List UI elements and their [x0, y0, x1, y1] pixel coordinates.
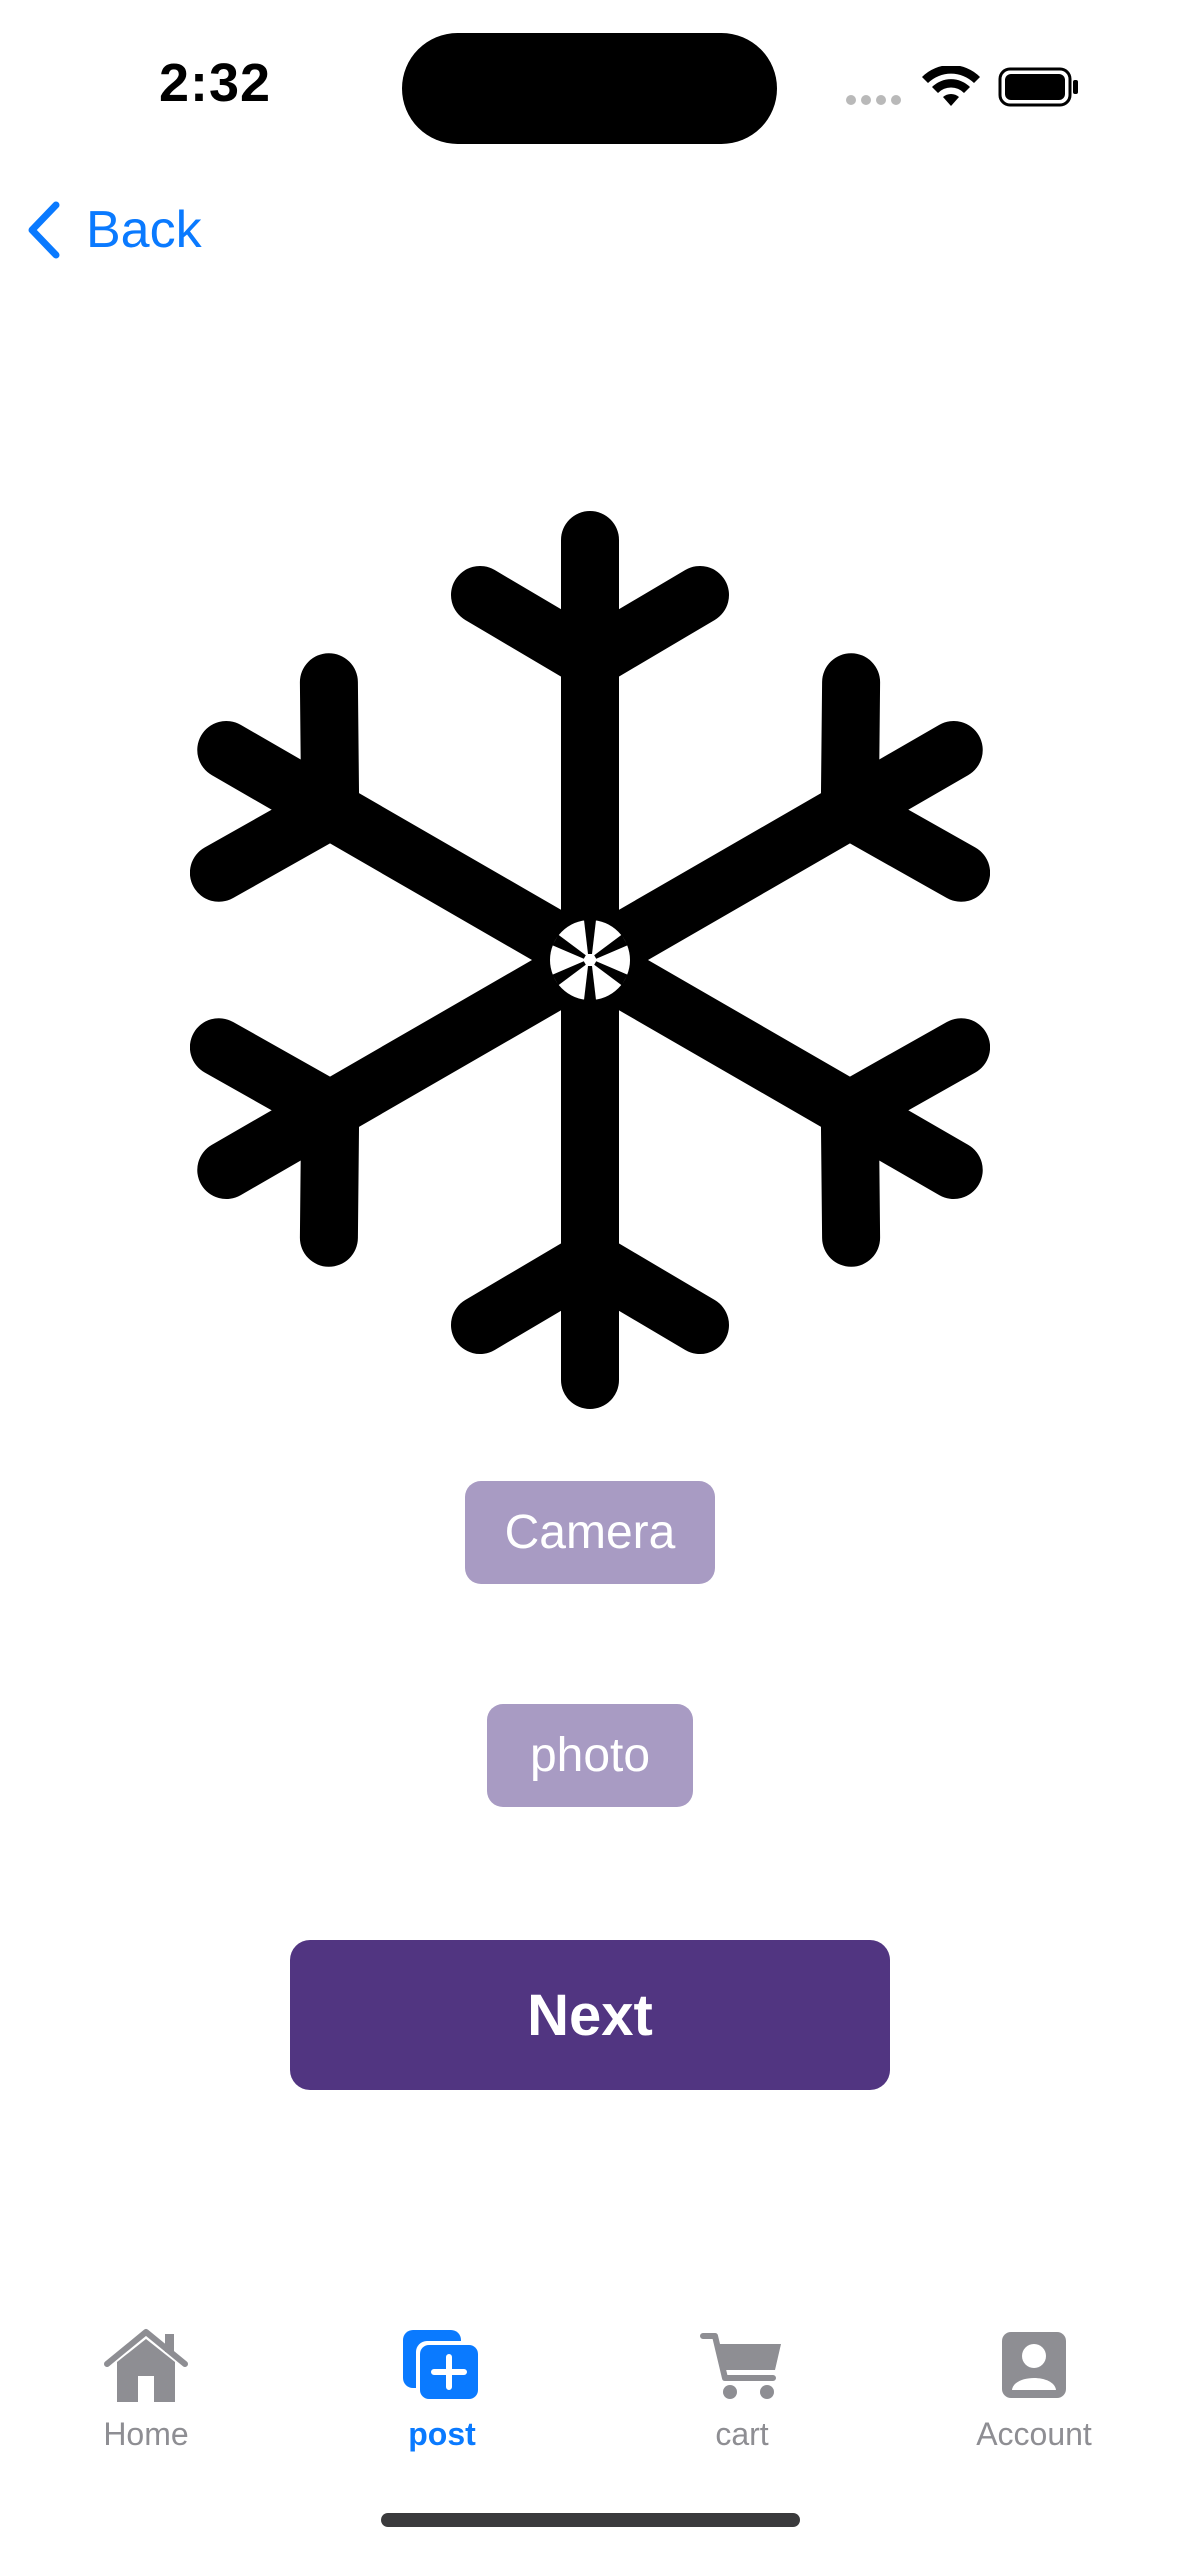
battery-icon [998, 67, 1078, 107]
wifi-icon [922, 66, 980, 106]
snowflake-icon [189, 505, 991, 1415]
tab-cart[interactable]: cart [642, 2310, 842, 2460]
house-icon [104, 2329, 188, 2402]
tab-cart-label: cart [715, 2416, 769, 2452]
tab-post[interactable]: post [342, 2310, 542, 2460]
status-bar: 2:32 [0, 0, 1179, 180]
back-label: Back [86, 201, 202, 259]
photo-button[interactable]: photo [487, 1704, 693, 1807]
tab-post-label: post [408, 2416, 476, 2452]
cellular-signal-icon [846, 95, 906, 107]
chevron-left-icon [28, 201, 60, 259]
tab-home-label: Home [103, 2416, 189, 2452]
tab-account-label: Account [976, 2416, 1092, 2452]
cart-icon [700, 2333, 781, 2399]
person-square-icon [1002, 2332, 1066, 2398]
status-time: 2:32 [158, 53, 272, 113]
next-button[interactable]: Next [290, 1940, 890, 2090]
home-indicator[interactable] [381, 2513, 800, 2527]
tab-account[interactable]: Account [934, 2310, 1134, 2460]
back-button[interactable]: Back [24, 190, 202, 270]
dynamic-island [402, 33, 777, 144]
plus-square-icon [403, 2330, 482, 2403]
camera-button[interactable]: Camera [465, 1481, 715, 1584]
tab-home[interactable]: Home [46, 2310, 246, 2460]
tab-bar: Home post cart Account [0, 2310, 1179, 2460]
